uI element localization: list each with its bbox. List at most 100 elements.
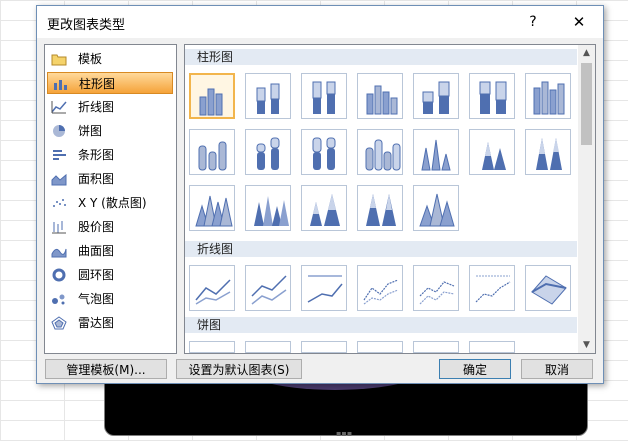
- category-item-surface[interactable]: 曲面图: [47, 240, 173, 262]
- 3d-line-icon: [531, 275, 567, 305]
- radar-chart-icon: [51, 316, 67, 330]
- chart-thumb-line[interactable]: [189, 265, 235, 311]
- scroll-down-icon[interactable]: ▼: [581, 339, 592, 351]
- chart-thumb-stacked-cone[interactable]: [469, 129, 515, 175]
- category-label: 柱形图: [79, 77, 116, 91]
- chart-thumb-3d-exploded-pie[interactable]: [413, 341, 459, 353]
- chart-thumb-clustered-column[interactable]: [189, 73, 235, 119]
- line-markers-icon: [419, 281, 455, 305]
- category-label: X Y (散点图): [78, 196, 147, 210]
- 3d-clustered-column-icon: [366, 85, 398, 115]
- chart-thumb-stacked-line-markers[interactable]: [413, 265, 459, 311]
- cone-icon: [195, 195, 233, 227]
- chart-thumb-3d-cylinder[interactable]: [357, 129, 403, 175]
- category-label: 雷达图: [78, 316, 115, 330]
- category-item-doughnut[interactable]: 圆环图: [47, 264, 173, 286]
- chart-thumb-percent-stacked-line[interactable]: [301, 265, 347, 311]
- chart-thumb-clustered-cone[interactable]: [413, 129, 459, 175]
- scrollbar-thumb[interactable]: [581, 63, 592, 145]
- chart-thumb-3d-cone[interactable]: [189, 185, 235, 231]
- cone-icon: [536, 138, 562, 170]
- dialog-titlebar: 更改图表类型 ? ✕: [37, 6, 603, 38]
- chart-category-list: 模板 柱形图 折线图 饼图 条形图 面积图 X Y (散点图) 股价图 曲面图 …: [44, 44, 177, 354]
- chart-thumb-pie[interactable]: [189, 341, 235, 353]
- cone-icon: [482, 142, 506, 170]
- category-item-radar[interactable]: 雷达图: [47, 312, 173, 334]
- category-item-bubble[interactable]: 气泡图: [47, 288, 173, 310]
- chart-thumb-3d-pie[interactable]: [245, 341, 291, 353]
- 3d-percent-stacked-column-icon: [479, 81, 507, 114]
- bar-chart-icon: [53, 150, 66, 160]
- area-chart-icon: [51, 173, 67, 186]
- chart-thumb-line-markers[interactable]: [357, 265, 403, 311]
- line-chart-icon: [51, 101, 67, 114]
- section-header-column: 柱形图: [185, 49, 577, 66]
- scroll-up-icon[interactable]: ▲: [581, 47, 592, 59]
- chart-thumb-exploded-pie[interactable]: [357, 341, 403, 353]
- help-button[interactable]: ?: [523, 12, 543, 32]
- ok-button[interactable]: 确定: [439, 359, 511, 379]
- chart-thumb-stacked-column[interactable]: [245, 73, 291, 119]
- chart-thumb-percent-stacked-pyramid[interactable]: [357, 185, 403, 231]
- set-default-chart-button[interactable]: 设置为默认图表(S): [176, 359, 302, 379]
- chart-thumb-3d-stacked-column[interactable]: [413, 73, 459, 119]
- category-label: 面积图: [78, 172, 115, 186]
- chart-thumb-3d-pyramid[interactable]: [413, 185, 459, 231]
- chart-thumb-3d-line[interactable]: [525, 265, 571, 311]
- bubble-chart-icon: [52, 294, 65, 305]
- change-chart-type-dialog: 更改图表类型 ? ✕ 模板 柱形图 折线图 饼图 条形图 面积图 X Y (散点…: [36, 5, 604, 384]
- line-chart-icon: [307, 275, 343, 303]
- line-chart-icon: [251, 275, 287, 305]
- category-label: 折线图: [78, 100, 115, 114]
- chart-thumb-bar-of-pie[interactable]: [469, 341, 515, 353]
- category-label: 曲面图: [78, 244, 115, 258]
- chart-thumb-3d-percent-stacked-column[interactable]: [469, 73, 515, 119]
- category-item-line[interactable]: 折线图: [47, 96, 173, 118]
- category-item-bar[interactable]: 条形图: [47, 144, 173, 166]
- line-markers-icon: [363, 279, 399, 305]
- percent-stacked-column-icon: [312, 81, 336, 114]
- chart-thumb-percent-stacked-column[interactable]: [301, 73, 347, 119]
- chart-thumb-percent-stacked-cone[interactable]: [525, 129, 571, 175]
- chart-thumb-stacked-pyramid[interactable]: [301, 185, 347, 231]
- cylinder-icon: [365, 139, 401, 171]
- category-item-column[interactable]: 柱形图: [47, 72, 173, 94]
- category-item-stock[interactable]: 股价图: [47, 216, 173, 238]
- chart-thumb-stacked-cylinder[interactable]: [245, 129, 291, 175]
- category-label: 圆环图: [78, 268, 115, 282]
- stacked-column-icon: [256, 83, 280, 114]
- pyramid-icon: [419, 193, 455, 227]
- category-item-pie[interactable]: 饼图: [47, 120, 173, 142]
- pyramid-icon: [254, 196, 289, 226]
- chart-thumb-clustered-pyramid[interactable]: [245, 185, 291, 231]
- chart-subtype-gallery: 柱形图 折线图 饼图 ▲ ▼: [184, 44, 596, 354]
- chart-thumb-stacked-line[interactable]: [245, 265, 291, 311]
- manage-templates-button[interactable]: 管理模板(M)...: [45, 359, 167, 379]
- category-label: 气泡图: [78, 292, 115, 306]
- category-item-scatter[interactable]: X Y (散点图): [47, 192, 173, 214]
- category-item-templates[interactable]: 模板: [47, 48, 173, 70]
- chart-thumb-clustered-cylinder[interactable]: [189, 129, 235, 175]
- category-label: 模板: [78, 52, 103, 66]
- stock-chart-icon: [52, 221, 66, 234]
- clustered-column-icon: [199, 88, 223, 116]
- surface-chart-icon: [51, 248, 67, 258]
- cone-icon: [421, 139, 451, 171]
- chart-thumb-percent-line-markers[interactable]: [469, 265, 515, 311]
- chart-thumb-3d-column[interactable]: [525, 73, 571, 119]
- gallery-scrollbar[interactable]: ▲ ▼: [578, 45, 595, 353]
- close-button[interactable]: ✕: [567, 12, 591, 32]
- chart-thumb-pie-of-pie[interactable]: [301, 341, 347, 353]
- pie-chart-icon: [53, 125, 65, 137]
- 3d-column-icon: [533, 81, 565, 115]
- doughnut-chart-icon: [52, 268, 66, 282]
- chart-thumb-percent-stacked-cylinder[interactable]: [301, 129, 347, 175]
- section-header-line: 折线图: [185, 241, 577, 258]
- category-item-area[interactable]: 面积图: [47, 168, 173, 190]
- cancel-button[interactable]: 取消: [521, 359, 593, 379]
- resize-handle[interactable]: ▪▪▪: [336, 430, 352, 438]
- cylinder-icon: [312, 137, 336, 170]
- line-markers-icon: [475, 275, 511, 303]
- chart-thumb-3d-clustered-column[interactable]: [357, 73, 403, 119]
- section-header-pie: 饼图: [185, 317, 577, 334]
